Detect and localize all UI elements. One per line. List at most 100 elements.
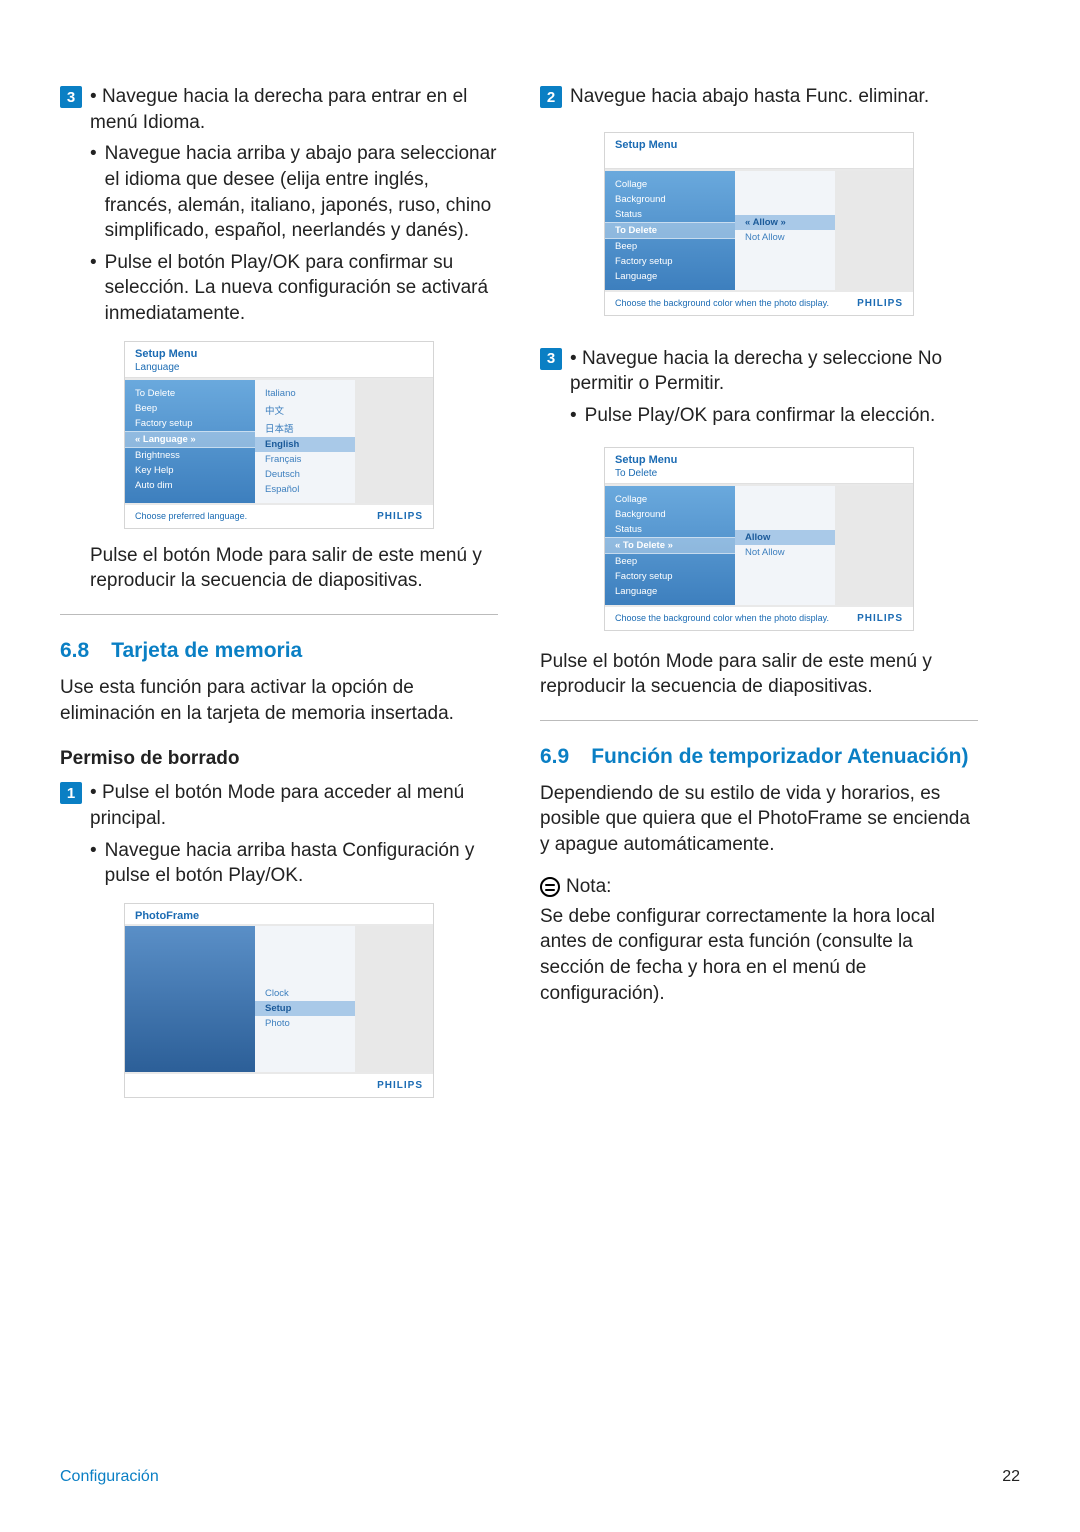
menu-item: Clock <box>255 986 355 1001</box>
bullet-icon: • <box>90 840 97 862</box>
ss-footer-text: Choose preferred language. <box>135 511 247 521</box>
philips-logo: PHILIPS <box>857 613 903 624</box>
screenshot-todelete-allow: Setup Menu CollageBackgroundStatusTo Del… <box>604 132 914 316</box>
menu-item: Not Allow <box>735 545 835 560</box>
step-3-bullet-2: • Navegue hacia arriba y abajo para sele… <box>60 141 498 244</box>
ss-right-panel <box>355 380 433 503</box>
left-column: 3 • Navegue hacia la derecha para entrar… <box>60 84 498 1112</box>
ss-footer: Choose preferred language. PHILIPS <box>125 505 433 528</box>
menu-item: To Delete <box>605 222 735 239</box>
step-1-text-2: Navegue hacia arriba hasta Configuración… <box>105 838 498 889</box>
ss-header: Setup Menu <box>125 342 433 362</box>
menu-item: Photo <box>255 1016 355 1031</box>
menu-item: Key Help <box>125 463 255 478</box>
ss-right-panel <box>835 171 913 290</box>
menu-item: « To Delete » <box>605 537 735 554</box>
divider <box>60 614 498 615</box>
section-6-8-title: 6.8 Tarjeta de memoria <box>60 639 498 663</box>
ss-subheader <box>605 153 913 169</box>
menu-item: 中文 <box>255 401 355 419</box>
ss-footer-text: Choose the background color when the pho… <box>615 298 829 308</box>
menu-item: Factory setup <box>605 569 735 584</box>
menu-item: Brightness <box>125 448 255 463</box>
ss-left-panel: CollageBackgroundStatus« To Delete »Beep… <box>605 486 735 605</box>
ss-mid-panel: Italiano中文日本語EnglishFrançaisDeutschEspañ… <box>255 380 355 503</box>
menu-item: Not Allow <box>735 230 835 245</box>
philips-logo: PHILIPS <box>377 1080 423 1091</box>
ss-body: CollageBackgroundStatus« To Delete »Beep… <box>605 484 913 607</box>
sub-heading-permiso: Permiso de borrado <box>60 748 498 770</box>
after-ss1-text: Pulse el botón Mode para salir de este m… <box>60 543 498 594</box>
step-1-text-1: • Pulse el botón Mode para acceder al me… <box>90 780 498 831</box>
ss-footer: PHILIPS <box>125 1074 433 1097</box>
step-1-bullet-2: • Navegue hacia arriba hasta Configuraci… <box>60 838 498 889</box>
page-footer: Configuración 22 <box>60 1468 1020 1486</box>
screenshot-todelete-confirm: Setup Menu To Delete CollageBackgroundSt… <box>604 447 914 631</box>
menu-item: 日本語 <box>255 419 355 437</box>
menu-item: Setup <box>255 1001 355 1016</box>
philips-logo: PHILIPS <box>857 298 903 309</box>
section-number: 6.8 <box>60 639 89 663</box>
step-1-row: 1 • Pulse el botón Mode para acceder al … <box>60 780 498 831</box>
menu-item: Status <box>605 522 735 537</box>
columns: 3 • Navegue hacia la derecha para entrar… <box>60 84 1020 1112</box>
ss-header: Setup Menu <box>605 448 913 468</box>
step-number-1: 1 <box>60 782 82 804</box>
page: 3 • Navegue hacia la derecha para entrar… <box>0 0 1080 1532</box>
step-3-text-2: Navegue hacia arriba y abajo para selecc… <box>105 141 498 244</box>
menu-item: Beep <box>605 239 735 254</box>
after-ss4-text: Pulse el botón Mode para salir de este m… <box>540 649 978 700</box>
step-3-row: 3 • Navegue hacia la derecha para entrar… <box>60 84 498 135</box>
divider <box>540 720 978 721</box>
step-2-text: Navegue hacia abajo hasta Func. eliminar… <box>570 84 978 110</box>
philips-logo: PHILIPS <box>377 511 423 522</box>
step-3-text-3: Pulse el botón Play/OK para confirmar su… <box>105 250 498 327</box>
ss-header: PhotoFrame <box>125 904 433 924</box>
footer-page-number: 22 <box>1002 1468 1020 1486</box>
footer-section: Configuración <box>60 1468 159 1486</box>
ss-left-panel: To DeleteBeepFactory setup« Language »Br… <box>125 380 255 503</box>
menu-item: Status <box>605 207 735 222</box>
note-row: Nota: <box>540 876 978 898</box>
step-3r-row: 3 • Navegue hacia la derecha y seleccion… <box>540 346 978 397</box>
ss-mid-panel: ClockSetupPhoto <box>255 926 355 1072</box>
bullet-icon: • <box>90 143 97 165</box>
menu-item: Language <box>605 584 735 599</box>
step-3r-bullet-2: • Pulse Play/OK para confirmar la elecci… <box>540 403 978 429</box>
menu-item: Beep <box>605 554 735 569</box>
ss-footer-text: Choose the background color when the pho… <box>615 613 829 623</box>
section-heading: Tarjeta de memoria <box>111 639 302 663</box>
ss-mid-panel: AllowNot Allow <box>735 486 835 605</box>
screenshot-photoframe-menu: PhotoFrame ClockSetupPhoto PHILIPS <box>124 903 434 1098</box>
menu-item: Collage <box>605 177 735 192</box>
ss-left-panel <box>125 926 255 1072</box>
menu-item: Auto dim <box>125 478 255 493</box>
step-3r-text-2: Pulse Play/OK para confirmar la elección… <box>585 403 978 429</box>
step-number-3: 3 <box>60 86 82 108</box>
note-label: Nota: <box>566 876 611 898</box>
menu-item: Español <box>255 482 355 497</box>
menu-item: Allow <box>735 530 835 545</box>
section-6-8-body: Use esta función para activar la opción … <box>60 675 498 726</box>
step-2-row: 2 Navegue hacia abajo hasta Func. elimin… <box>540 84 978 110</box>
menu-item: « Allow » <box>735 215 835 230</box>
menu-item: Italiano <box>255 386 355 401</box>
bullet-icon: • <box>90 252 97 274</box>
screenshot-language-menu: Setup Menu Language To DeleteBeepFactory… <box>124 341 434 529</box>
ss-footer: Choose the background color when the pho… <box>605 292 913 315</box>
ss-body: CollageBackgroundStatusTo DeleteBeepFact… <box>605 169 913 292</box>
step-3-bullet-3: • Pulse el botón Play/OK para confirmar … <box>60 250 498 327</box>
menu-item: Beep <box>125 401 255 416</box>
menu-item: Collage <box>605 492 735 507</box>
ss-left-panel: CollageBackgroundStatusTo DeleteBeepFact… <box>605 171 735 290</box>
ss-right-panel <box>355 926 433 1072</box>
ss-subheader: To Delete <box>605 468 913 484</box>
menu-item: Language <box>605 269 735 284</box>
menu-item: To Delete <box>125 386 255 401</box>
ss-mid-panel: « Allow »Not Allow <box>735 171 835 290</box>
ss-right-panel <box>835 486 913 605</box>
menu-item: English <box>255 437 355 452</box>
menu-item: Factory setup <box>605 254 735 269</box>
note-icon <box>540 877 560 897</box>
right-column: 2 Navegue hacia abajo hasta Func. elimin… <box>540 84 978 1112</box>
